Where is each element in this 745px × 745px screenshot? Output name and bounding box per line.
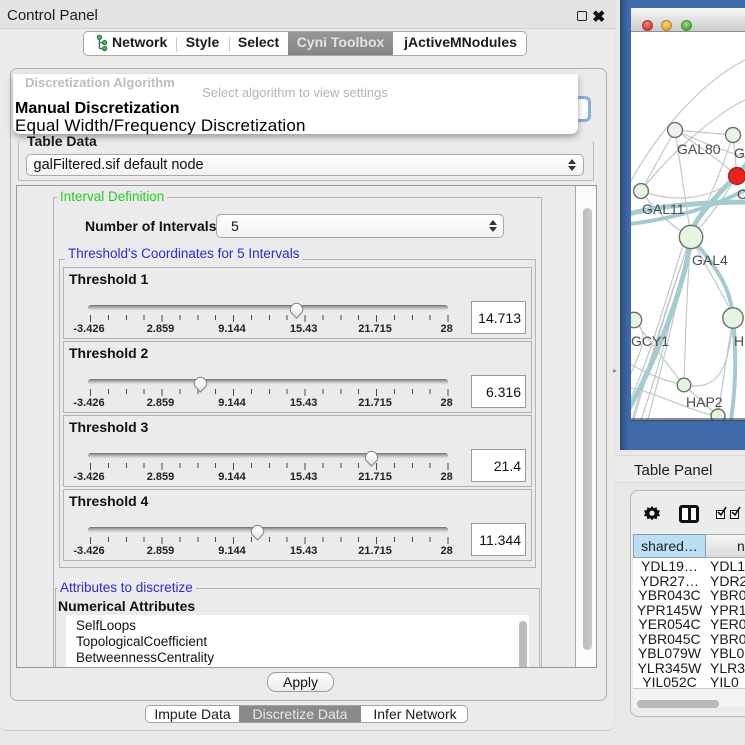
- svg-text:HAP2: HAP2: [686, 394, 723, 410]
- svg-text:GCY1: GCY1: [631, 333, 669, 349]
- svg-text:GAL80: GAL80: [677, 141, 721, 157]
- svg-text:GA: GA: [734, 145, 745, 161]
- svg-text:GAL11: GAL11: [642, 201, 685, 217]
- svg-text:C: C: [737, 186, 745, 202]
- svg-text:GAL4: GAL4: [692, 252, 728, 268]
- svg-text:H: H: [734, 333, 744, 349]
